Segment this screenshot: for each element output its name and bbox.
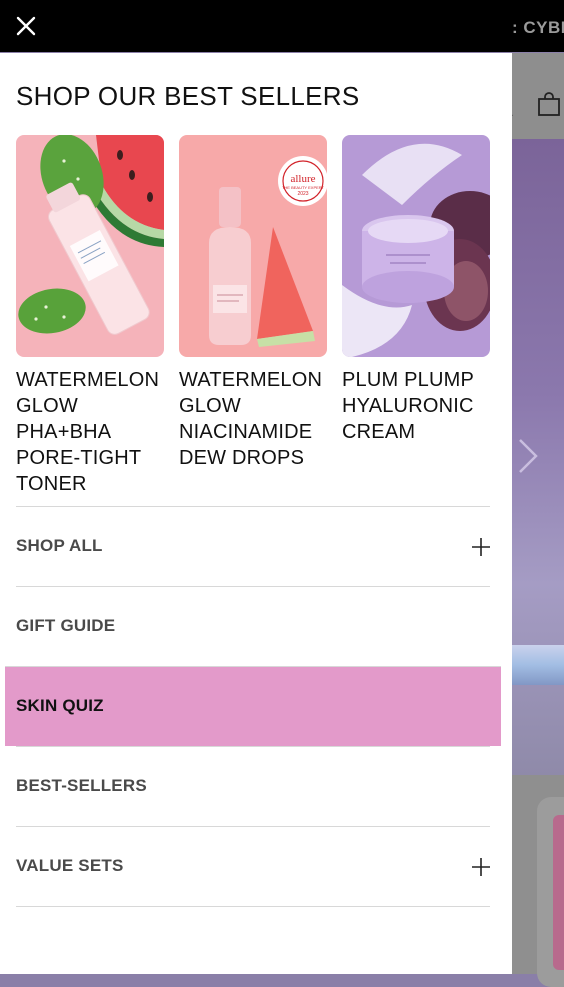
chevron-right-icon[interactable] [514, 436, 542, 476]
nav-item-shop-all[interactable]: SHOP ALL [16, 506, 490, 586]
product-card-toner[interactable]: WATERMELON GLOW PHA+BHA PORE-TIGHT TONER [16, 135, 164, 497]
divider [16, 906, 490, 907]
product-card-dew-drops[interactable]: allure THE BEAUTY EXPERT 2023 WATERMELON… [179, 135, 327, 471]
hero-stripe [512, 645, 564, 685]
nav-list: SHOP ALL GIFT GUIDE SKIN QUIZ BEST-SELLE… [0, 506, 512, 907]
plus-icon[interactable] [470, 536, 492, 558]
nav-item-gift-guide[interactable]: GIFT GUIDE [16, 586, 490, 666]
allure-badge-subtitle: THE BEAUTY EXPERT [282, 185, 325, 190]
nav-item-label: GIFT GUIDE [16, 616, 116, 635]
product-card-image [553, 815, 564, 970]
promo-text: : CYBE [512, 18, 564, 37]
drawer-title: SHOP OUR BEST SELLERS [16, 81, 360, 111]
product-name: WATERMELON GLOW NIACINAMIDE DEW DROPS [179, 369, 323, 469]
nav-item-label: SHOP ALL [16, 536, 103, 555]
product-card-plum-cream[interactable]: PLUM PLUMP HYALURONIC CREAM [342, 135, 490, 445]
bag-icon[interactable] [537, 92, 561, 116]
close-icon[interactable] [12, 12, 40, 40]
nav-item-label: BEST-SELLERS [16, 776, 147, 795]
nav-item-skin-quiz[interactable]: SKIN QUIZ [5, 666, 501, 746]
promo-bar: : CYBE [0, 0, 564, 52]
nav-item-value-sets[interactable]: VALUE SETS [16, 826, 490, 906]
allure-badge-year: 2023 [297, 191, 308, 197]
menu-drawer: SHOP OUR BEST SELLERS WATERMELON GLOW PH… [0, 53, 512, 974]
product-name: WATERMELON GLOW PHA+BHA PORE-TIGHT TONER [16, 369, 160, 495]
product-image: allure THE BEAUTY EXPERT 2023 [179, 135, 327, 357]
product-image [16, 135, 164, 357]
allure-badge-title: allure [290, 173, 315, 185]
product-name: PLUM PLUMP HYALURONIC CREAM [342, 369, 474, 443]
product-image [342, 135, 490, 357]
nav-item-best-sellers[interactable]: BEST-SELLERS [16, 746, 490, 826]
nav-item-label: VALUE SETS [16, 856, 124, 875]
plus-icon[interactable] [470, 856, 492, 878]
nav-item-label: SKIN QUIZ [16, 696, 104, 715]
